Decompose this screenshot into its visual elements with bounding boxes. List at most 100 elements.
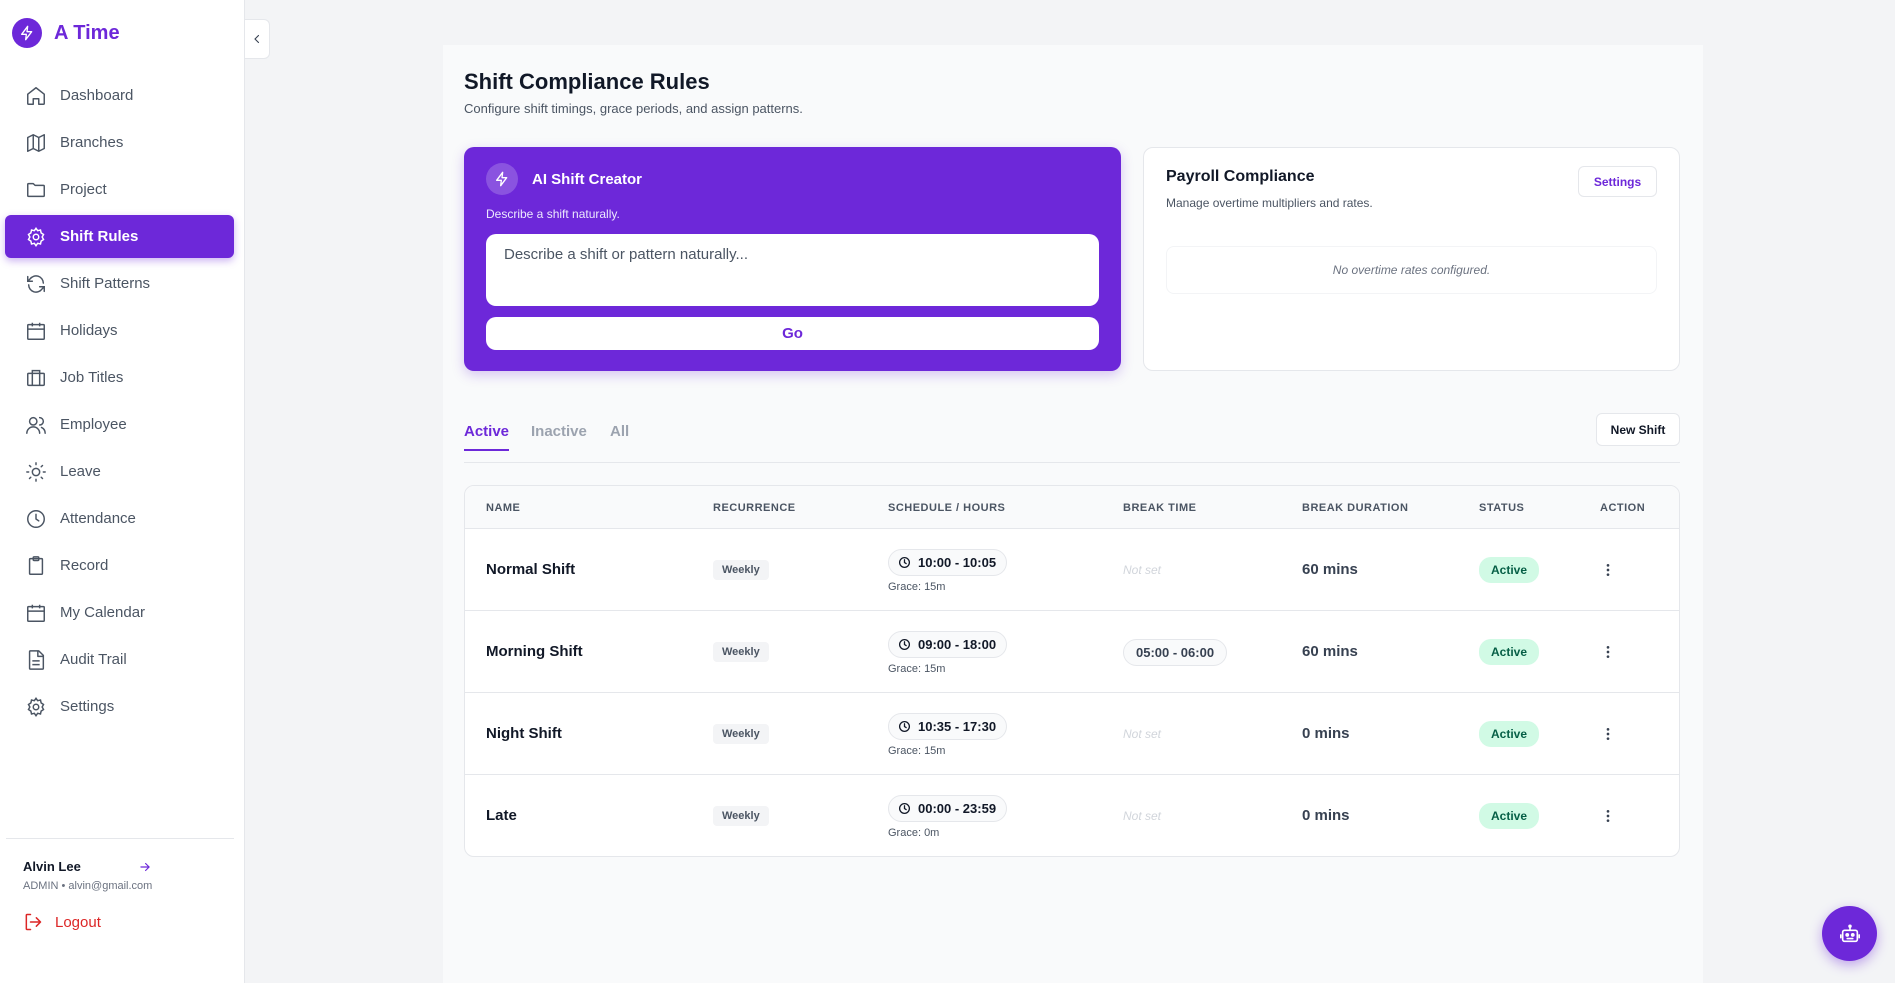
status-badge: Active bbox=[1479, 721, 1540, 747]
table-row[interactable]: Morning Shift Weekly 09:00 - 18:00 Grace… bbox=[465, 611, 1679, 693]
status-badge: Active bbox=[1479, 803, 1540, 829]
recurrence-badge: Weekly bbox=[713, 642, 769, 662]
clock-icon bbox=[27, 509, 45, 528]
break-duration: 60 mins bbox=[1302, 561, 1358, 578]
tab-active[interactable]: Active bbox=[464, 423, 510, 451]
schedule-pill: 00:00 - 23:59 bbox=[888, 795, 1008, 822]
column-header-status[interactable]: STATUS bbox=[1479, 502, 1524, 514]
break-time: Not set bbox=[1123, 809, 1162, 823]
sidebar-item-my-calendar[interactable]: My Calendar bbox=[5, 591, 234, 634]
recurrence-badge: Weekly bbox=[713, 724, 769, 744]
column-header-action: ACTION bbox=[1600, 502, 1646, 514]
row-actions-button[interactable] bbox=[1595, 557, 1621, 583]
sun-icon bbox=[26, 461, 46, 482]
sidebar-item-settings[interactable]: Settings bbox=[5, 685, 234, 728]
sidebar-item-label: Job Titles bbox=[60, 369, 124, 386]
sidebar-item-label: Dashboard bbox=[60, 87, 134, 104]
sidebar-item-leave[interactable]: Leave bbox=[5, 450, 234, 493]
page-subtitle: Configure shift timings, grace periods, … bbox=[464, 101, 803, 116]
shift-description-input[interactable] bbox=[486, 234, 1099, 306]
sidebar-nav: Dashboard Branches Project Shift Rules S… bbox=[5, 74, 234, 732]
chatbot-button[interactable] bbox=[1822, 906, 1877, 961]
break-duration: 0 mins bbox=[1302, 807, 1350, 824]
column-header-break-time[interactable]: BREAK TIME bbox=[1123, 502, 1196, 514]
calendar-icon bbox=[27, 604, 45, 622]
sidebar-item-shift-rules[interactable]: Shift Rules bbox=[5, 215, 234, 258]
sidebar-item-label: Project bbox=[60, 181, 107, 198]
payroll-subtitle: Manage overtime multipliers and rates. bbox=[1166, 196, 1373, 210]
tab-inactive[interactable]: Inactive bbox=[531, 423, 587, 449]
break-duration: 60 mins bbox=[1302, 643, 1358, 660]
sidebar-item-label: My Calendar bbox=[60, 604, 146, 621]
sidebar-item-label: Attendance bbox=[60, 510, 136, 527]
payroll-settings-button[interactable]: Settings bbox=[1578, 166, 1657, 197]
sidebar-item-label: Audit Trail bbox=[60, 651, 127, 668]
brand[interactable]: A Time bbox=[12, 18, 120, 48]
home-icon bbox=[27, 86, 45, 105]
user-row[interactable]: Alvin Lee bbox=[6, 859, 234, 874]
map-icon bbox=[27, 133, 45, 152]
column-header-schedule[interactable]: SCHEDULE / HOURS bbox=[888, 502, 1005, 514]
column-header-recurrence[interactable]: RECURRENCE bbox=[713, 502, 796, 514]
sidebar-item-employee[interactable]: Employee bbox=[5, 403, 234, 446]
schedule-pill: 10:00 - 10:05 bbox=[888, 549, 1008, 576]
table-row[interactable]: Late Weekly 00:00 - 23:59 Grace: 0m Not … bbox=[465, 775, 1679, 856]
sidebar-item-label: Employee bbox=[60, 416, 127, 433]
recurrence-badge: Weekly bbox=[713, 806, 769, 826]
grace-period: Grace: 0m bbox=[888, 827, 940, 839]
sidebar-item-audit-trail[interactable]: Audit Trail bbox=[5, 638, 234, 681]
sidebar-item-job-titles[interactable]: Job Titles bbox=[5, 356, 234, 399]
app-title: A Time bbox=[54, 21, 120, 44]
table-row[interactable]: Night Shift Weekly 10:35 - 17:30 Grace: … bbox=[465, 693, 1679, 775]
refresh-icon bbox=[27, 274, 45, 293]
break-time: Not set bbox=[1123, 563, 1162, 577]
row-actions-button[interactable] bbox=[1595, 639, 1621, 665]
tab-all[interactable]: All bbox=[610, 423, 629, 449]
break-duration: 0 mins bbox=[1302, 725, 1350, 742]
gear-icon bbox=[27, 696, 45, 717]
ai-shift-creator-card: AI Shift Creator Describe a shift natura… bbox=[464, 147, 1121, 371]
file-text-icon bbox=[28, 649, 45, 670]
table-header: NAME RECURRENCE SCHEDULE / HOURS BREAK T… bbox=[465, 486, 1679, 529]
shifts-table: NAME RECURRENCE SCHEDULE / HOURS BREAK T… bbox=[464, 485, 1680, 857]
user-panel: Alvin Lee ADMIN • alvin@gmail.com Logout bbox=[6, 838, 234, 932]
users-icon bbox=[26, 416, 46, 434]
row-actions-button[interactable] bbox=[1595, 721, 1621, 747]
sidebar-item-record[interactable]: Record bbox=[5, 544, 234, 587]
new-shift-button[interactable]: New Shift bbox=[1596, 413, 1680, 446]
schedule-hours: 00:00 - 23:59 bbox=[918, 801, 997, 816]
column-header-name[interactable]: NAME bbox=[486, 502, 520, 514]
sidebar-item-project[interactable]: Project bbox=[5, 168, 234, 211]
sidebar-item-label: Holidays bbox=[60, 322, 118, 339]
page-title: Shift Compliance Rules bbox=[464, 69, 710, 94]
arrow-right-icon[interactable] bbox=[138, 860, 152, 874]
clock-icon bbox=[898, 556, 911, 569]
sidebar-item-holidays[interactable]: Holidays bbox=[5, 309, 234, 352]
more-vertical-icon bbox=[1606, 810, 1610, 822]
go-button[interactable]: Go bbox=[486, 317, 1099, 350]
row-actions-button[interactable] bbox=[1595, 803, 1621, 829]
calendar-icon bbox=[27, 322, 45, 340]
grace-period: Grace: 15m bbox=[888, 581, 946, 593]
sidebar-item-label: Record bbox=[60, 557, 109, 574]
sidebar-item-attendance[interactable]: Attendance bbox=[5, 497, 234, 540]
sidebar-item-branches[interactable]: Branches bbox=[5, 121, 234, 164]
sidebar-collapse-button[interactable] bbox=[245, 19, 270, 59]
schedule-pill: 10:35 - 17:30 bbox=[888, 713, 1008, 740]
user-name: Alvin Lee bbox=[23, 859, 81, 874]
column-header-break-duration[interactable]: BREAK DURATION bbox=[1302, 502, 1408, 514]
grace-period: Grace: 15m bbox=[888, 663, 946, 675]
payroll-compliance-card: Payroll Compliance Manage overtime multi… bbox=[1143, 147, 1680, 371]
table-row[interactable]: Normal Shift Weekly 10:00 - 10:05 Grace:… bbox=[465, 529, 1679, 611]
clipboard-icon bbox=[28, 555, 44, 575]
logout-button[interactable]: Logout bbox=[6, 912, 234, 932]
recurrence-badge: Weekly bbox=[713, 560, 769, 580]
sidebar-item-shift-patterns[interactable]: Shift Patterns bbox=[5, 262, 234, 305]
ai-card-header: AI Shift Creator bbox=[486, 163, 642, 195]
lightning-icon bbox=[12, 18, 42, 48]
sidebar-item-dashboard[interactable]: Dashboard bbox=[5, 74, 234, 117]
shift-name: Morning Shift bbox=[486, 643, 583, 660]
robot-icon bbox=[1839, 923, 1860, 942]
clock-icon bbox=[898, 802, 911, 815]
sidebar-item-label: Settings bbox=[60, 698, 115, 715]
